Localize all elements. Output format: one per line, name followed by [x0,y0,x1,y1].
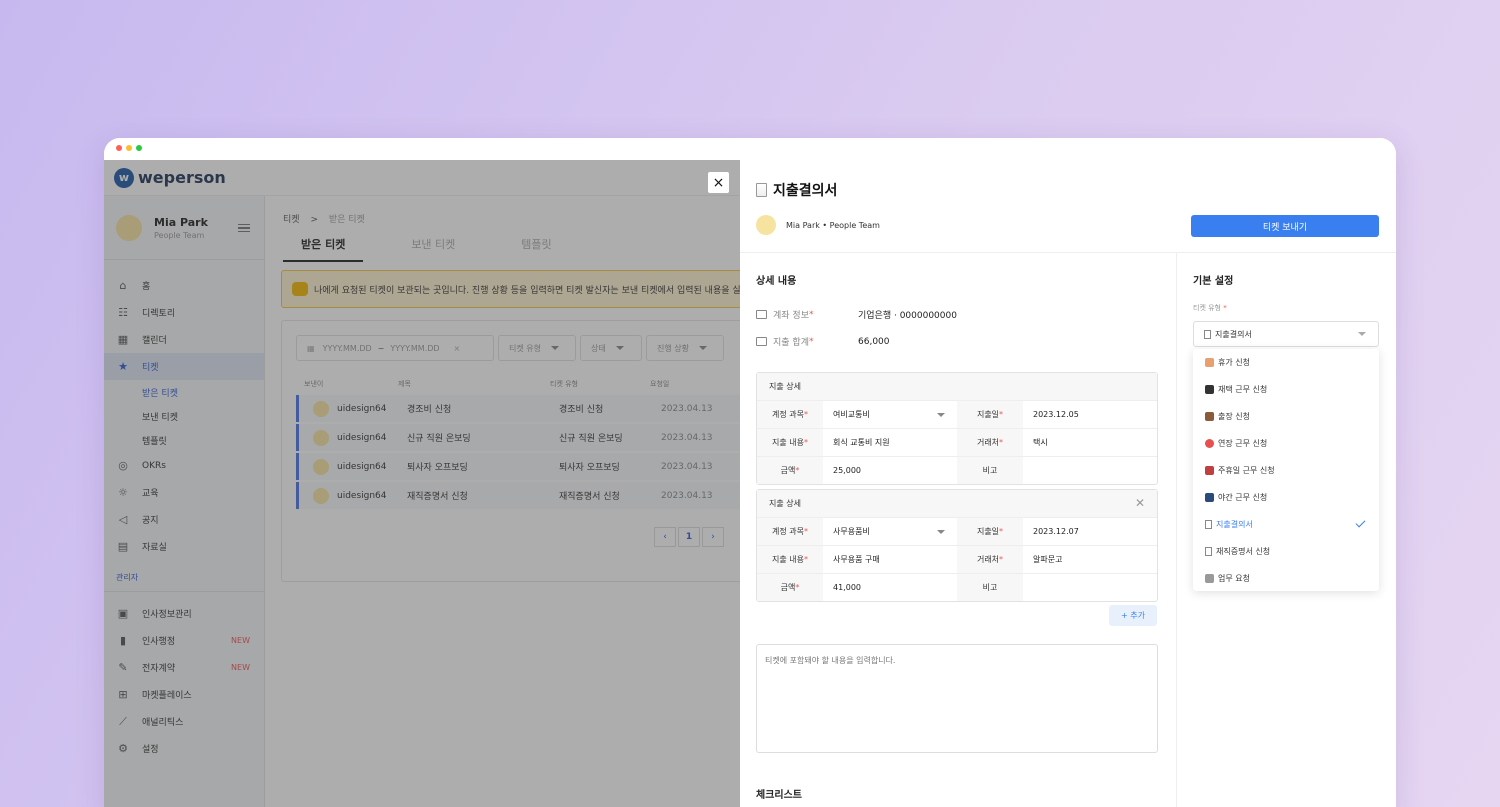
check-icon [1355,517,1366,528]
document-icon [1204,329,1211,339]
laptop-icon [1205,385,1214,394]
option-vacation[interactable]: 휴가 신청 [1193,349,1379,376]
alarm-clock-icon [1205,439,1214,448]
expense-detail-card: 지출 상세 ✕ 계정 과목 * 사무용품비 지출일 * 2023.12.07 지출 내… [756,489,1158,602]
chevron-down-icon [1358,332,1366,336]
ticket-type-select[interactable]: 지출결의서 [1193,321,1379,347]
calendar-icon [1205,466,1214,475]
option-work-request[interactable]: 업무 요청 [1193,565,1379,592]
card-label: 지출일 * [957,518,1023,545]
memo-textarea[interactable]: 티켓에 포함돼야 할 내용을 입력합니다. [756,644,1158,753]
account-info-field: 계좌 정보 * 기업은행 · 0000000000 [756,308,957,321]
card-row: 지출 내용 * 사무용품 구매 거래처 * 알파문고 [757,545,1157,573]
vacation-icon [1205,358,1214,367]
amount-input[interactable]: 41,000 [823,574,957,601]
note-input[interactable] [1023,574,1157,601]
ticket-type-dropdown: 휴가 신청 재택 근무 신청 출장 신청 연장 근무 신청 주휴일 근무 신청 … [1193,349,1379,591]
account-subject-value: 사무용품비 [833,527,870,536]
option-expense-report[interactable]: 지출결의서 [1193,511,1379,538]
expense-date-input[interactable]: 2023.12.07 [1023,518,1157,545]
option-holiday-work[interactable]: 주휴일 근무 신청 [1193,457,1379,484]
field-label: 지출 합계 [773,338,809,348]
drawer-title: 지출결의서 [773,183,838,199]
avatar [756,215,776,235]
minimize-window-dot[interactable] [126,145,132,151]
amount-input[interactable]: 25,000 [823,457,957,484]
card-header: 지출 상세 [757,373,1157,400]
card-label: 거래처 * [957,429,1023,456]
option-night-work[interactable]: 야간 근무 신청 [1193,484,1379,511]
settings-heading: 기본 설정 [1193,276,1234,287]
card-row: 계정 과목 * 여비교통비 지출일 * 2023.12.05 [757,400,1157,428]
option-employment-certificate[interactable]: 재직증명서 신청 [1193,538,1379,565]
required-mark: * [808,336,814,347]
add-expense-button[interactable]: + 추가 [1109,605,1157,626]
card-label: 계정 과목 * [757,401,823,428]
card-row: 지출 내용 * 회식 교통비 지원 거래처 * 택시 [757,428,1157,456]
window-titlebar [104,138,1396,160]
expense-detail-card: 지출 상세 계정 과목 * 여비교통비 지출일 * 2023.12.05 지출 내용… [756,372,1158,485]
vendor-input[interactable]: 택시 [1023,429,1157,456]
maximize-window-dot[interactable] [136,145,142,151]
remove-card-icon[interactable]: ✕ [1135,496,1145,510]
details-heading: 상세 내용 [756,276,797,287]
night-icon [1205,493,1214,502]
account-info-value[interactable]: 기업은행 · 0000000000 [858,308,957,321]
note-input[interactable] [1023,457,1157,484]
card-label: 지출 내용 * [757,546,823,573]
total-expense-field: 지출 합계 * 66,000 [756,335,890,348]
checklist-heading: 체크리스트 [756,790,802,801]
card-row: 계정 과목 * 사무용품비 지출일 * 2023.12.07 [757,517,1157,545]
ticket-type-value: 지출결의서 [1215,329,1252,339]
vendor-input[interactable]: 알파문고 [1023,546,1157,573]
chevron-down-icon [937,529,945,534]
drawer-title-row: 지출결의서 [756,180,837,200]
card-label: 비고 [957,574,1023,601]
divider [1176,252,1177,807]
account-subject-select[interactable]: 여비교통비 [823,401,957,428]
background-frame: w weperson Mia Park People Team ⌂ 홈 ☷ 디렉토리… [0,0,1500,807]
card-label: 금액 * [757,457,823,484]
ticket-drawer: 지출결의서 Mia Park • People Team 티켓 보내기 상세 내… [740,160,1396,807]
card-row: 금액 * 25,000 비고 [757,456,1157,484]
card-label: 지출 내용 * [757,429,823,456]
money-icon [756,337,767,346]
briefcase-icon [1205,412,1214,421]
notepad-icon [1205,574,1214,583]
ticket-type-label: 티켓 유형 * [1193,304,1227,312]
author-row: Mia Park • People Team [756,215,880,235]
card-header: 지출 상세 ✕ [757,490,1157,517]
close-drawer-button[interactable]: × [708,172,729,193]
document-icon [1205,547,1212,556]
card-label: 금액 * [757,574,823,601]
card-label: 계정 과목 * [757,518,823,545]
card-label: 지출일 * [957,401,1023,428]
document-icon [1205,520,1212,529]
card-label: 비고 [957,457,1023,484]
browser-window: w weperson Mia Park People Team ⌂ 홈 ☷ 디렉토리… [104,138,1396,807]
expense-content-input[interactable]: 사무용품 구매 [823,546,957,573]
card-label: 거래처 * [957,546,1023,573]
option-business-trip[interactable]: 출장 신청 [1193,403,1379,430]
divider [740,252,1396,253]
option-remote-work[interactable]: 재택 근무 신청 [1193,376,1379,403]
author-text: Mia Park • People Team [786,220,880,230]
send-ticket-button[interactable]: 티켓 보내기 [1191,215,1379,237]
account-subject-value: 여비교통비 [833,410,870,419]
option-overtime[interactable]: 연장 근무 신청 [1193,430,1379,457]
card-row: 금액 * 41,000 비고 [757,573,1157,601]
field-label: 계좌 정보 [773,311,809,321]
expense-date-input[interactable]: 2023.12.05 [1023,401,1157,428]
required-mark: * [808,309,814,320]
expense-content-input[interactable]: 회식 교통비 지원 [823,429,957,456]
document-icon [756,183,767,197]
close-window-dot[interactable] [116,145,122,151]
id-card-icon [756,310,767,319]
chevron-down-icon [937,412,945,417]
total-expense-value[interactable]: 66,000 [858,337,890,347]
account-subject-select[interactable]: 사무용품비 [823,518,957,545]
modal-overlay[interactable] [104,160,740,807]
